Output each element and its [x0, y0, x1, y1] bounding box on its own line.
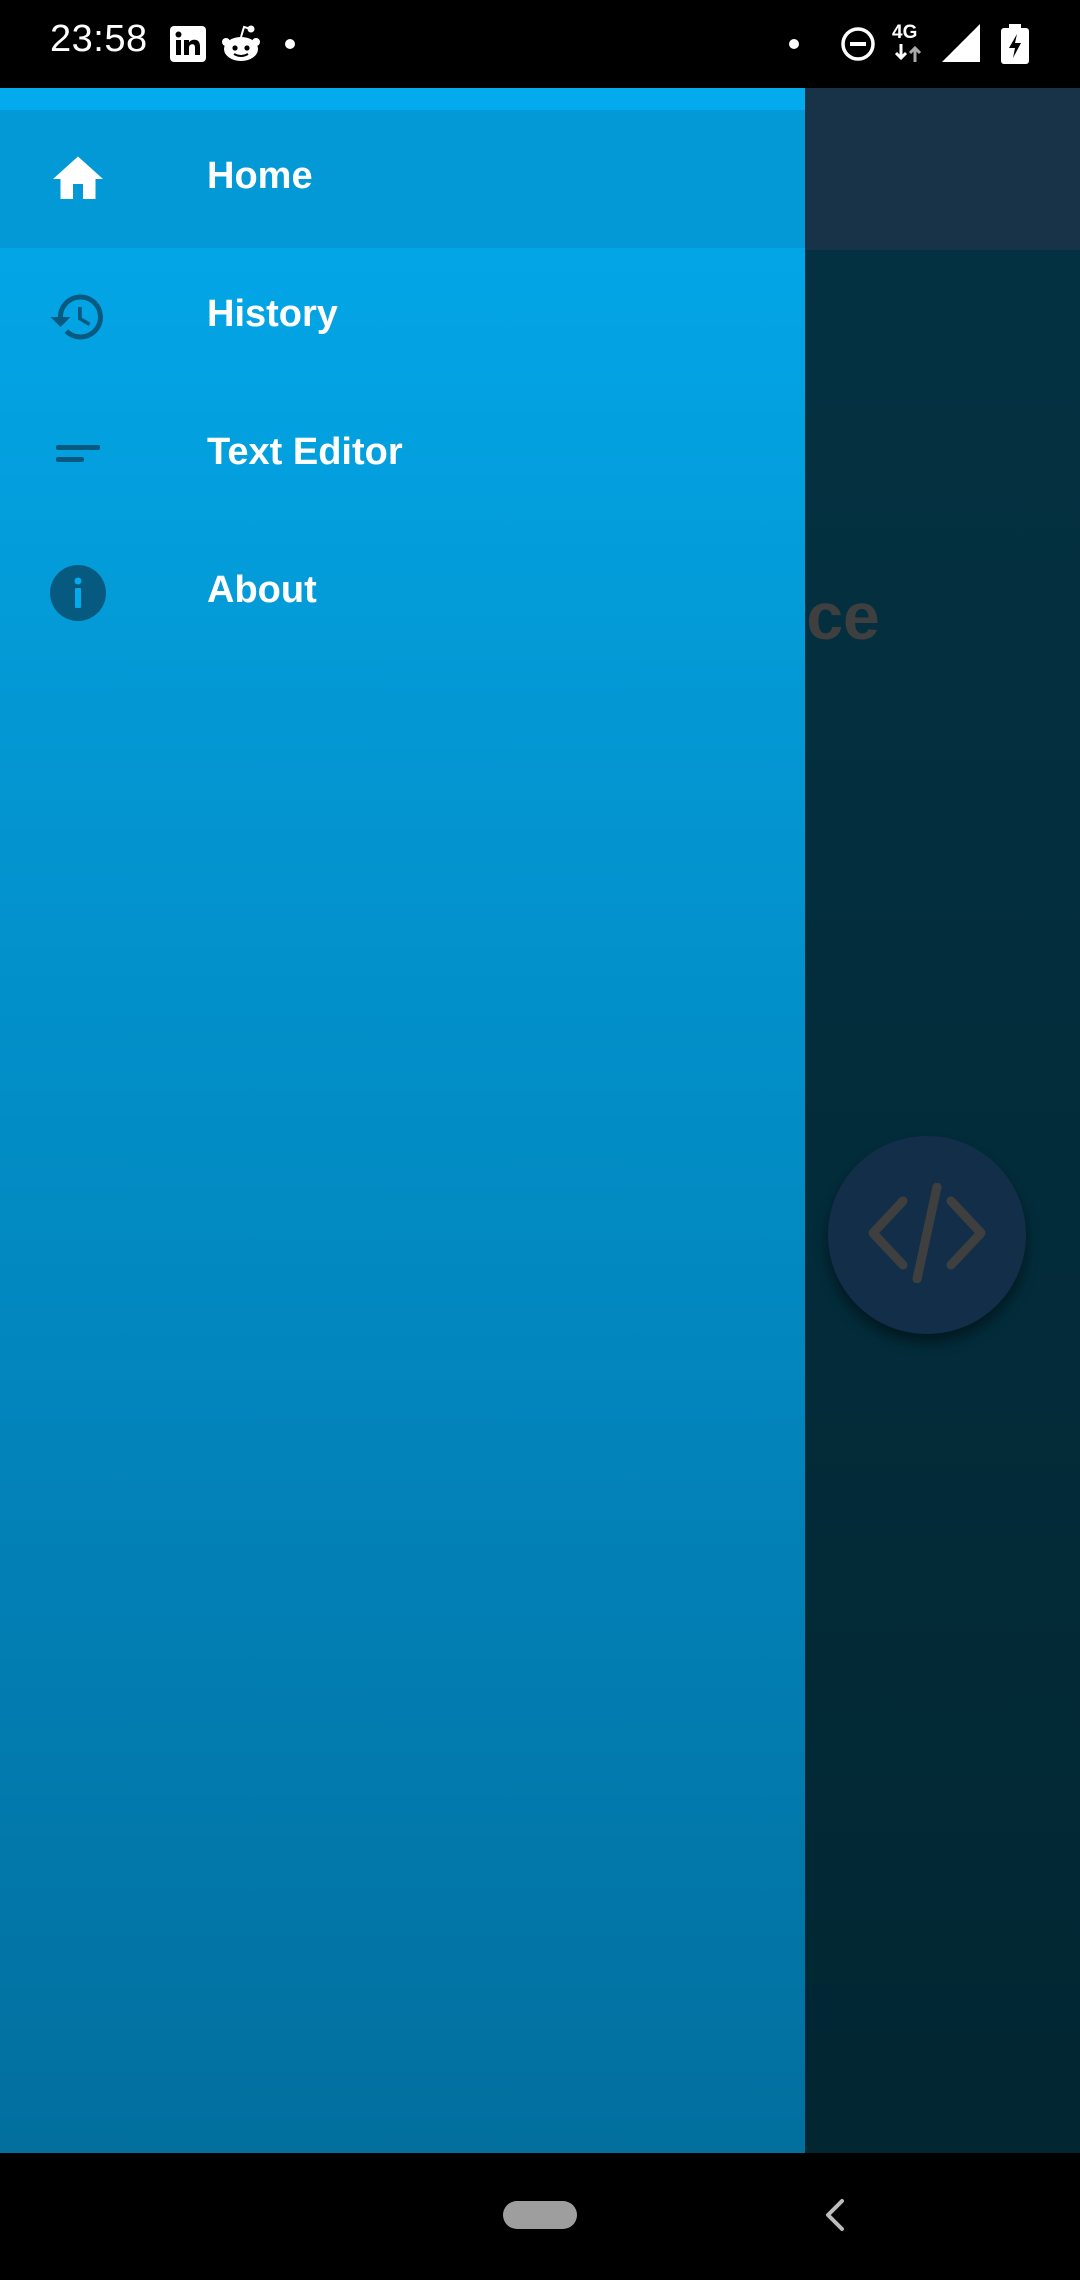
status-bar: 23:58 4G: [0, 0, 1080, 88]
dot-icon: [788, 38, 800, 50]
drawer-item-label: About: [207, 569, 317, 611]
reddit-icon: [220, 24, 262, 64]
drawer-item-label: Text Editor: [207, 431, 403, 473]
system-navigation-bar: [0, 2153, 1080, 2280]
drawer-item-label: Home: [207, 155, 313, 197]
drawer-item-about[interactable]: About: [0, 524, 805, 662]
navigation-drawer: Home History Text Editor About: [0, 88, 805, 2153]
home-icon: [48, 149, 108, 209]
info-icon: [48, 563, 108, 623]
screen: 23:58 4G Home History Text Editor About: [0, 0, 1080, 2280]
network-4g-icon: [893, 44, 925, 62]
drawer-item-label: History: [207, 293, 338, 335]
do-not-disturb-icon: [840, 26, 876, 62]
battery-charging-icon: [1000, 24, 1030, 64]
home-pill[interactable]: [503, 2201, 577, 2229]
drawer-top-strip: [0, 88, 805, 110]
dot-icon: [284, 38, 296, 50]
history-icon: [48, 287, 108, 347]
back-icon[interactable]: [816, 2193, 856, 2237]
status-time: 23:58: [50, 18, 148, 60]
drawer-item-home[interactable]: Home: [0, 110, 805, 248]
drawer-item-text-editor[interactable]: Text Editor: [0, 386, 805, 524]
drawer-item-history[interactable]: History: [0, 248, 805, 386]
linkedin-icon: [170, 26, 206, 62]
signal-icon: [942, 24, 980, 62]
network-4g-label: 4G: [892, 22, 918, 43]
text-lines-icon: [48, 425, 108, 485]
